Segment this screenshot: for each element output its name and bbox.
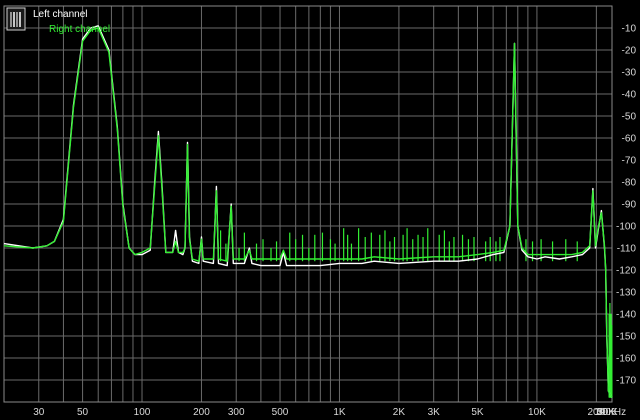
x-tick-label: 500: [272, 407, 289, 418]
x-tick-label: 100: [134, 407, 151, 418]
y-tick-label: -60: [622, 134, 637, 145]
y-tick-label: -110: [617, 244, 637, 255]
y-tick-label: -130: [616, 288, 636, 299]
x-tick-label: 300: [228, 407, 245, 418]
y-tick-label: -160: [616, 354, 636, 365]
x-tick-label: 1K: [333, 407, 346, 418]
x-tick-label: 5K: [471, 407, 484, 418]
y-tick-label: -150: [616, 332, 636, 343]
y-tick-label: -140: [616, 310, 636, 321]
legend-label-right: Right channel: [49, 24, 110, 35]
y-tick-label: -30: [622, 68, 637, 79]
y-tick-label: -10: [622, 24, 637, 35]
y-tick-label: -40: [622, 90, 637, 101]
y-tick-label: -100: [616, 222, 636, 233]
y-tick-label: -50: [622, 112, 637, 123]
x-tick-label: 2K: [393, 407, 406, 418]
x-tick-label: 30: [33, 407, 45, 418]
y-tick-label: -170: [616, 376, 636, 387]
y-tick-label: -70: [622, 156, 637, 167]
x-unit-label: Hz: [614, 407, 626, 418]
x-tick-label: 200: [193, 407, 210, 418]
x-tick-label: 3K: [428, 407, 441, 418]
y-tick-label: -120: [616, 266, 636, 277]
legend-icon[interactable]: [6, 7, 26, 31]
spectrum-chart: 30 50 100 200 300 500 1K 2K 3K 5K 10K 20K30K50K100K…: [0, 0, 640, 420]
x-tick-label: 10K: [528, 407, 546, 418]
x-tick-label: 50: [77, 407, 89, 418]
y-tick-label: -20: [622, 46, 637, 57]
y-tick-label: -80: [622, 178, 637, 189]
y-tick-label: -90: [622, 200, 637, 211]
legend-label-left: Left channel: [33, 9, 88, 20]
